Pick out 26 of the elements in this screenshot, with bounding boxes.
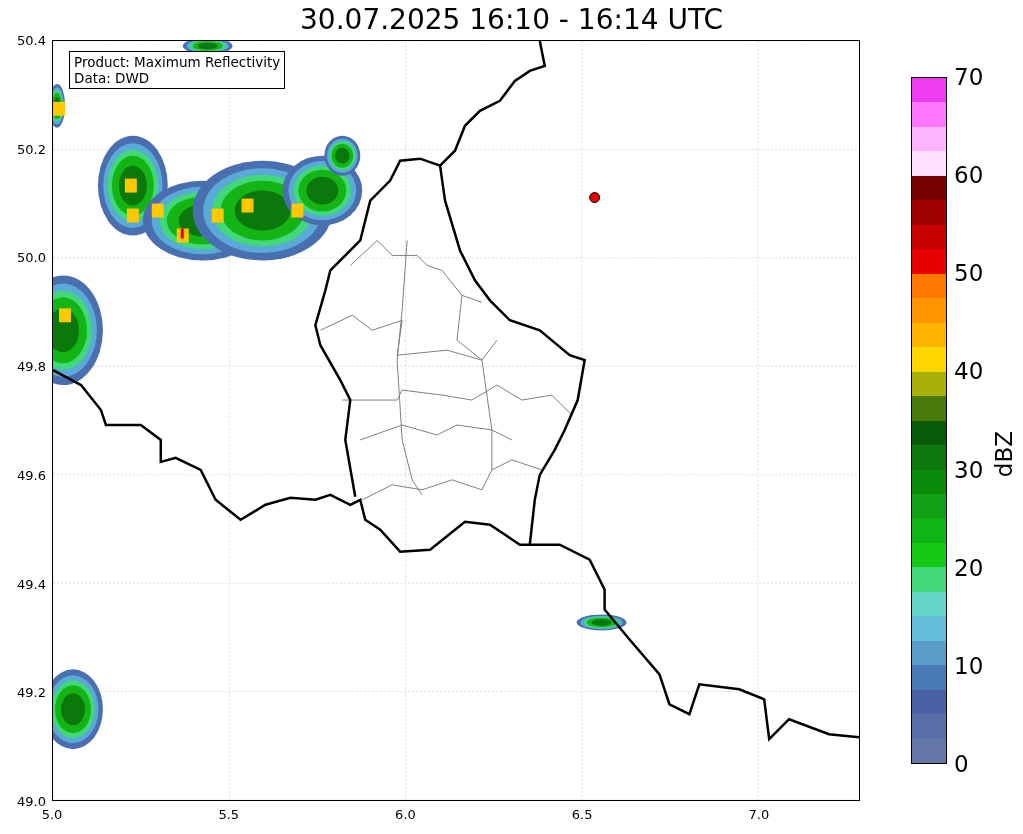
info-text: Data: DWD — [74, 70, 151, 86]
colorbar-tick-label: 60 — [954, 162, 984, 189]
chart-title: 30.07.2025 16:10 - 16:14 UTC — [300, 2, 723, 38]
colorbar-tick-label: 50 — [954, 260, 984, 287]
colorbar-tick-label: 30 — [954, 456, 984, 483]
x-tick-label: 7.0 — [748, 807, 770, 822]
y-tick-label: 50.2 — [17, 141, 46, 157]
x-tick-label: 5.0 — [41, 807, 63, 822]
colorbar-tick-label: 10 — [954, 652, 984, 679]
y-tick-label: 50.0 — [17, 249, 46, 265]
x-tick-label: 6.0 — [395, 807, 416, 822]
y-tick-label: 49.4 — [17, 576, 46, 592]
colorbar-tick-label: 0 — [954, 751, 969, 777]
colorbar-tick-label: 20 — [954, 554, 984, 581]
location-marker — [589, 192, 601, 204]
y-tick-label: 49.8 — [17, 358, 46, 374]
y-tick-label: 50.4 — [17, 32, 46, 48]
y-tick-label: 49.0 — [17, 793, 46, 809]
y-tick-label: 49.2 — [17, 684, 46, 700]
colorbar-label: dBZ — [991, 430, 1017, 478]
x-tick-label: 6.5 — [571, 807, 593, 822]
y-tick-label: 49.6 — [17, 467, 46, 483]
x-tick-label: 5.5 — [218, 807, 240, 822]
colorbar-tick-label: 70 — [954, 64, 984, 90]
colorbar-tick-label: 40 — [954, 358, 984, 385]
info-text: Product: Maximum Reflectivity — [74, 54, 281, 70]
